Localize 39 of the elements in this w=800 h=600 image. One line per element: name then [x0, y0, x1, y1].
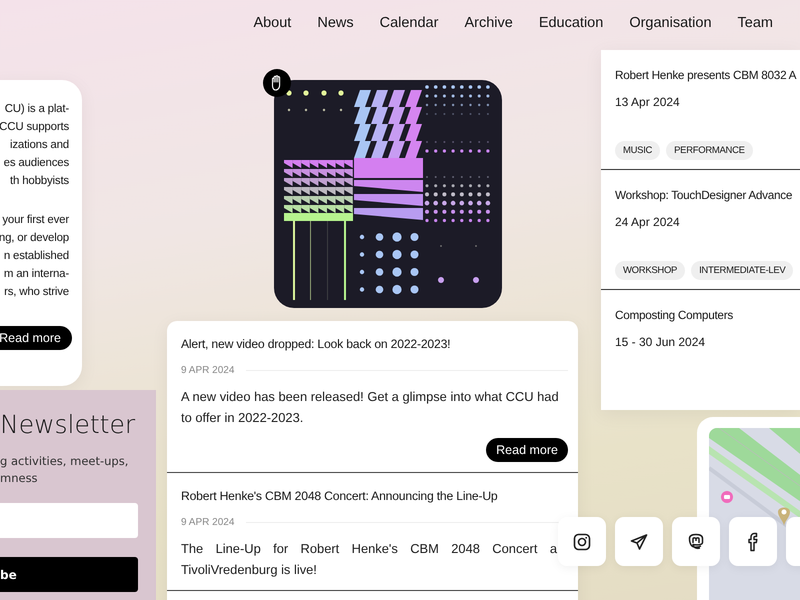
event-date: 15 - 30 Jun 2024: [615, 335, 706, 349]
nav-link[interactable]: Team: [738, 15, 773, 31]
nav-link[interactable]: About: [253, 15, 292, 31]
nav-link[interactable]: News: [317, 15, 354, 31]
email-field[interactable]: [0, 503, 138, 538]
news-body: A new video has been released! Get a glimpse into what CCU had to offer in 2022-2023.: [181, 388, 557, 427]
social-button[interactable]: [729, 517, 777, 566]
social-button[interactable]: [672, 517, 720, 566]
event-tag: INTERMEDIATE-LEV: [691, 261, 794, 280]
news-date: 9 APR 2024: [181, 365, 234, 376]
news-title[interactable]: Alert, new video dropped: Look back on 2022-2023!: [181, 337, 568, 351]
event-tag: PERFORMANCE: [666, 141, 753, 160]
news-date: 9 APR 2024: [181, 517, 234, 528]
event-title[interactable]: Workshop: TouchDesigner Advance: [615, 188, 800, 202]
nav-link[interactable]: Archive: [464, 15, 513, 31]
news-title[interactable]: Robert Henke's CBM 2048 Concert: Announcing the Line-Up: [181, 489, 568, 503]
event-date: 13 Apr 2024: [615, 95, 681, 109]
instagram-icon: [573, 532, 591, 550]
hand-icon[interactable]: [263, 69, 291, 97]
event-title[interactable]: Composting Computers: [615, 308, 800, 322]
intro-paragraph: your first ever ng, or develop n established m an interna- rs, who strive: [0, 213, 69, 300]
event-tag: MUSIC: [615, 141, 660, 160]
mastodon-icon: [687, 532, 705, 550]
social-button[interactable]: [558, 517, 606, 566]
nav-link[interactable]: Organisation: [629, 15, 712, 31]
social-button[interactable]: [615, 517, 663, 566]
event-tag: WORKSHOP: [615, 261, 686, 280]
intro-paragraph: CU) is a plat- CCU supports izations and es audiences th hobbyists: [0, 102, 69, 189]
event-date: 24 Apr 2024: [615, 215, 681, 229]
nav-link[interactable]: Education: [538, 15, 604, 31]
newsletter-title: Newsletter: [0, 410, 136, 439]
subscribe-button[interactable]: be: [0, 557, 138, 592]
newsletter-description: g activities, meet-ups, mness: [0, 453, 128, 487]
read-more-button[interactable]: Read more: [0, 326, 72, 350]
read-more-button[interactable]: Read more: [486, 438, 568, 462]
event-title[interactable]: Robert Henke presents CBM 8032 A: [615, 68, 800, 82]
nav-link[interactable]: Calendar: [380, 15, 438, 31]
paper-plane-icon: [630, 532, 648, 550]
news-body: The Line-Up for Robert Henke's CBM 2048 Concert a TivoliVredenburg is live!: [181, 540, 557, 579]
